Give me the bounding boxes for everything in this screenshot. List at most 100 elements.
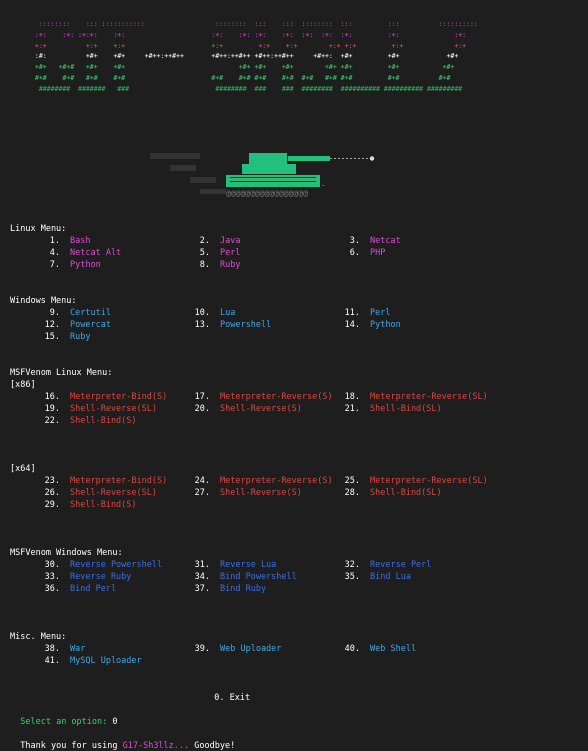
menu-item-reverse-powershell[interactable]: Reverse Powershell [70, 559, 162, 571]
menu-item-number: 8. [199, 260, 210, 270]
menu-item-number: 14. [344, 320, 360, 330]
banner-row: +:+ +:+ +:+ +:+ +:+ +:+ +:+ +:+ +:+ +:+ [31, 41, 467, 50]
menu-item-meterpreter-reverse-sl[interactable]: Meterpreter-Reverse(SL) [370, 391, 488, 403]
linux-menu-title: Linux Menu: [10, 224, 67, 234]
menu-item-number: 23. [44, 476, 60, 486]
menu-item-bind-perl[interactable]: Bind Perl [70, 583, 116, 595]
menu-item-number: 32. [344, 560, 360, 570]
menu-item-reverse-ruby[interactable]: Reverse Ruby [70, 571, 131, 583]
ascii-banner: :::::::: ::: ::::::::::: :::::::: ::: ::… [31, 19, 478, 95]
menu-item-python[interactable]: Python [70, 259, 101, 271]
menu-item-shell-bind-sl[interactable]: Shell-Bind(SL) [370, 403, 442, 415]
menu-item-netcat[interactable]: Netcat [370, 235, 401, 247]
menu-item-netcat-alt[interactable]: Netcat Alt [70, 247, 121, 259]
menu-item-certutil[interactable]: Certutil [70, 307, 111, 319]
windows-menu-title: Windows Menu: [10, 296, 77, 306]
menu-item-reverse-lua[interactable]: Reverse Lua [220, 559, 276, 571]
menu-item-web-uploader[interactable]: Web Uploader [220, 643, 281, 655]
menu-item-number: 4. [49, 248, 60, 258]
menu-item-meterpreter-reverse-sl[interactable]: Meterpreter-Reverse(SL) [370, 475, 488, 487]
svg-text:@@@@@@@@@@@@@@@@@: @@@@@@@@@@@@@@@@@ [226, 189, 308, 198]
menu-item-bash[interactable]: Bash [70, 235, 90, 247]
menu-item-number: 30. [44, 560, 60, 570]
banner-row: #+# #+# #+# #+# #+# #+# #+# #+# #+# #+# … [31, 73, 451, 82]
menu-item-meterpreter-bind-s[interactable]: Meterpreter-Bind(S) [70, 475, 167, 487]
banner-row: ######## ####### ### ######## ### ### ##… [31, 84, 463, 93]
menu-item-perl[interactable]: Perl [370, 307, 390, 319]
msf-linux-menu-title: MSFVenom Linux Menu: [10, 368, 113, 378]
menu-item-shell-reverse-s[interactable]: Shell-Reverse(S) [220, 487, 302, 499]
menu-item-powercat[interactable]: Powercat [70, 319, 111, 331]
menu-item-shell-reverse-s[interactable]: Shell-Reverse(S) [220, 403, 302, 415]
menu-item-exit[interactable]: 0. Exit [204, 680, 250, 704]
menu-item-label: Exit [229, 693, 251, 703]
banner-row: +#+ +#+# +#+ +#+ +#+ +#+ +#+ +#+ +#+ +#+… [31, 63, 455, 72]
goodbye-suffix: Goodbye! [189, 741, 236, 751]
menu-item-powershell[interactable]: Powershell [220, 319, 271, 331]
menu-item-number: 7. [49, 260, 60, 270]
menu-item-meterpreter-bind-s[interactable]: Meterpreter-Bind(S) [70, 391, 167, 403]
menu-item-number: 19. [44, 404, 60, 414]
menu-item-number: 24. [194, 476, 210, 486]
menu-item-shell-reverse-sl[interactable]: Shell-Reverse(SL) [70, 487, 157, 499]
menu-item-number: 1. [49, 236, 60, 246]
banner-row: :::::::: ::: ::::::::::: :::::::: ::: ::… [31, 20, 478, 28]
menu-item-web-shell[interactable]: Web Shell [370, 643, 416, 655]
menu-item-number: 17. [194, 392, 210, 402]
banner-row: :+: :+: :+:+: :+: :+: :+: :+: :+: :+: :+… [31, 30, 467, 39]
menu-item-bind-lua[interactable]: Bind Lua [370, 571, 411, 583]
menu-item-number: 13. [194, 320, 210, 330]
menu-item-perl[interactable]: Perl [220, 247, 240, 259]
menu-item-number: 11. [344, 308, 360, 318]
menu-item-bind-powershell[interactable]: Bind Powershell [220, 571, 297, 583]
prompt-label: Select an option: [20, 717, 108, 727]
menu-item-number: 25. [344, 476, 360, 486]
menu-item-number: 34. [194, 572, 210, 582]
menu-item-number: 20. [194, 404, 210, 414]
menu-item-java[interactable]: Java [220, 235, 240, 247]
goodbye-prefix: Thank you for using [20, 741, 123, 751]
goodbye-app-name: G17-Sh3llz... [122, 741, 190, 751]
menu-item-number: 27. [194, 488, 210, 498]
menu-item-mysql-uploader[interactable]: MySQL Uploader [70, 655, 142, 667]
menu-item-number: 40. [344, 644, 360, 654]
svg-text:.: . [321, 180, 325, 188]
goodbye-message: Thank you for using G17-Sh3llz... Goodby… [10, 728, 235, 751]
menu-item-ruby[interactable]: Ruby [70, 331, 90, 343]
menu-item-number: 35. [344, 572, 360, 582]
menu-item-shell-reverse-sl[interactable]: Shell-Reverse(SL) [70, 403, 157, 415]
prompt-input-value[interactable]: 0 [112, 717, 117, 727]
menu-item-number: 3. [349, 236, 360, 246]
menu-item-number: 39. [194, 644, 210, 654]
menu-item-number: 5. [199, 248, 210, 258]
msf-windows-menu-title: MSFVenom Windows Menu: [10, 548, 123, 558]
menu-item-number: 33. [44, 572, 60, 582]
menu-item-number: 29. [44, 500, 60, 510]
x64-label: [x64] [10, 464, 36, 474]
menu-item-meterpreter-reverse-s[interactable]: Meterpreter-Reverse(S) [220, 475, 333, 487]
menu-item-bind-ruby[interactable]: Bind Ruby [220, 583, 266, 595]
menu-item-meterpreter-reverse-s[interactable]: Meterpreter-Reverse(S) [220, 391, 333, 403]
menu-item-number: 38. [44, 644, 60, 654]
menu-item-number: 16. [44, 392, 60, 402]
menu-item-number: 10. [194, 308, 210, 318]
misc-menu-title: Misc. Menu: [10, 632, 67, 642]
banner-row: :#: +#+ +#+ +#++:++#++ +#++:++#++ +#++:+… [31, 52, 459, 61]
menu-item-shell-bind-sl[interactable]: Shell-Bind(SL) [370, 487, 442, 499]
option-prompt[interactable]: Select an option: 0 [10, 704, 117, 728]
menu-item-php[interactable]: PHP [370, 247, 385, 259]
menu-item-number: 26. [44, 488, 60, 498]
tank-logo: . @@@@@@@@@@@@@@@@@ [150, 153, 375, 198]
menu-item-number: 0. [214, 693, 225, 703]
menu-item-number: 22. [44, 416, 60, 426]
menu-item-lua[interactable]: Lua [220, 307, 235, 319]
menu-item-war[interactable]: War [70, 643, 85, 655]
menu-item-number: 21. [344, 404, 360, 414]
menu-item-shell-bind-s[interactable]: Shell-Bind(S) [70, 499, 137, 511]
menu-item-python[interactable]: Python [370, 319, 401, 331]
menu-item-number: 12. [44, 320, 60, 330]
menu-item-reverse-perl[interactable]: Reverse Perl [370, 559, 431, 571]
menu-item-number: 9. [49, 308, 60, 318]
menu-item-ruby[interactable]: Ruby [220, 259, 240, 271]
menu-item-shell-bind-s[interactable]: Shell-Bind(S) [70, 415, 137, 427]
